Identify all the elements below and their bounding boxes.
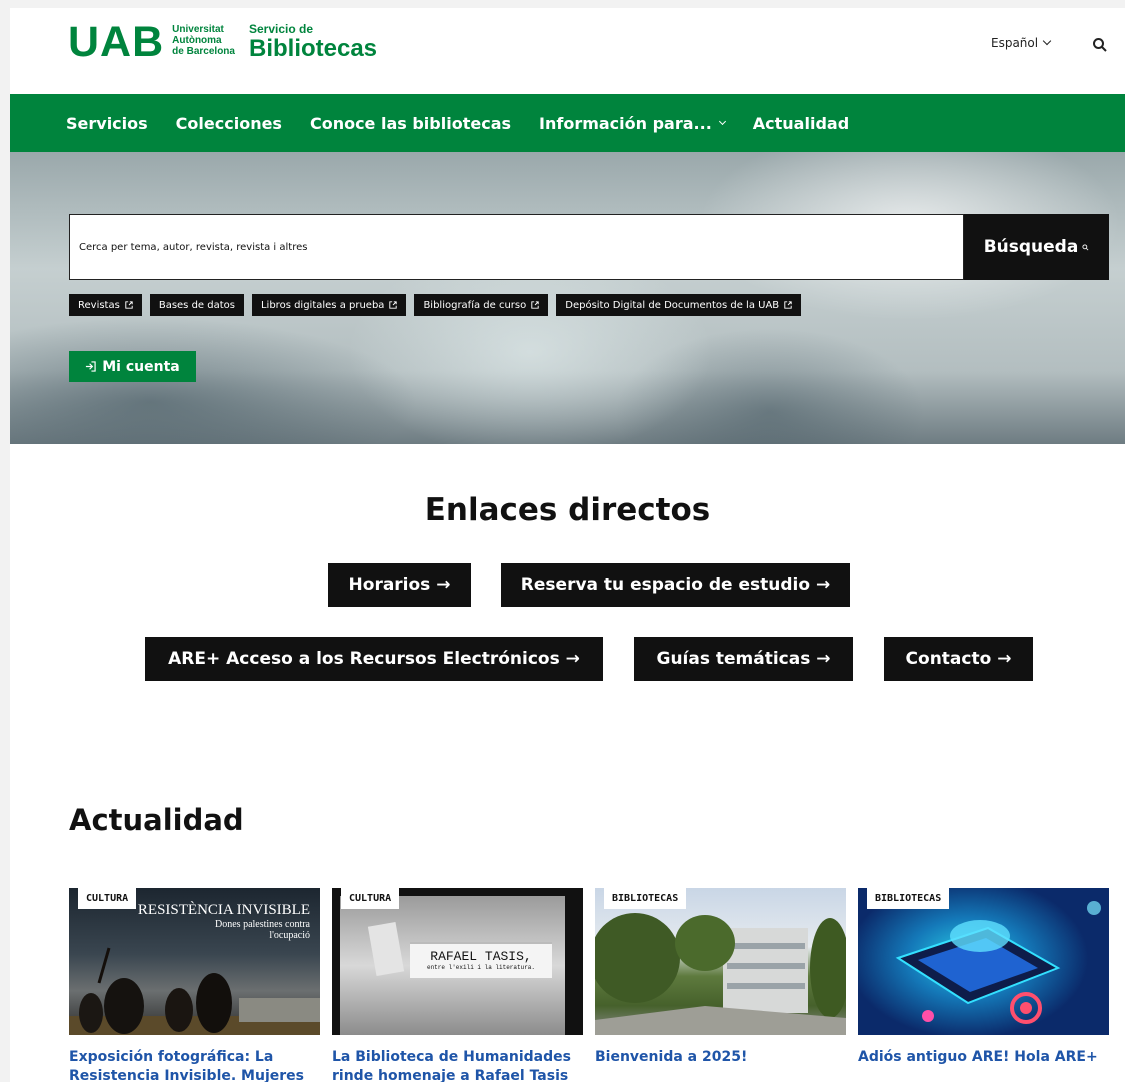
news-card[interactable]: BIBLIOTECAS Bienvenida a 2025! — [595, 888, 846, 1067]
logo-uab-text: UAB — [68, 18, 165, 66]
search-icon[interactable] — [1092, 37, 1108, 53]
tag-bases-de-datos[interactable]: Bases de datos — [149, 294, 244, 316]
tag-bibliografia[interactable]: Bibliografía de curso — [414, 294, 549, 316]
news-card-category: BIBLIOTECAS — [867, 888, 950, 909]
logo-university-line: Universitat — [172, 24, 224, 35]
news-card-image: BIBLIOTECAS — [858, 888, 1109, 1035]
tag-label: Bases de datos — [158, 299, 235, 311]
news-card[interactable]: BIBLIOTECAS Adiós antiguo ARE! Hola ARE+ — [858, 888, 1109, 1067]
my-account-button[interactable]: Mi cuenta — [69, 351, 196, 382]
hero-banner: Búsqueda Revistas Bases de datos Libros … — [10, 152, 1125, 444]
search-button-label: Búsqueda — [983, 237, 1079, 257]
nav-item-conoce[interactable]: Conoce las bibliotecas — [310, 114, 511, 133]
news-card-photo — [895, 901, 1101, 1024]
news-card-category: CULTURA — [78, 888, 137, 909]
nav-item-servicios[interactable]: Servicios — [66, 114, 148, 133]
tag-revistas[interactable]: Revistas — [69, 294, 142, 316]
site-header: UAB Universitat Autònoma de Barcelona Se… — [10, 8, 1125, 94]
nav-item-actualidad[interactable]: Actualidad — [753, 114, 849, 133]
news-card[interactable]: CULTURA RESISTÈNCIA INVISIBLE Dones pale… — [69, 888, 320, 1082]
my-account-label: Mi cuenta — [102, 358, 180, 375]
nav-item-colecciones[interactable]: Colecciones — [176, 114, 282, 133]
news-card-title[interactable]: Adiós antiguo ARE! Hola ARE+ — [858, 1048, 1109, 1067]
language-label: Español — [991, 36, 1039, 50]
nav-item-informacion[interactable]: Información para... — [539, 113, 726, 133]
image-caption-line: entre l'exili i la literatura. — [426, 964, 536, 971]
news-card-title[interactable]: Exposición fotográfica: La Resistencia I… — [69, 1048, 320, 1082]
external-link-icon — [389, 301, 398, 309]
news-section-title: Actualidad — [69, 803, 244, 837]
external-link-icon — [784, 301, 792, 309]
external-link-icon — [531, 301, 539, 309]
service-name: Servicio de Bibliotecas — [249, 23, 377, 62]
image-caption-line: RAFAEL TASIS, — [430, 949, 532, 964]
news-card-image: BIBLIOTECAS — [595, 888, 846, 1035]
uab-logo[interactable]: UAB Universitat Autònoma de Barcelona Se… — [68, 18, 377, 66]
search-icon — [1082, 243, 1089, 250]
news-card-category: BIBLIOTECAS — [604, 888, 687, 909]
quick-links-title: Enlaces directos — [424, 492, 711, 528]
search-button[interactable]: Búsqueda — [964, 214, 1109, 280]
nav-item-informacion-label: Información para... — [539, 113, 712, 133]
logo-university-line: de Barcelona — [172, 46, 235, 57]
quick-link-reserva[interactable]: Reserva tu espacio de estudio → — [501, 563, 850, 607]
tag-label: Revistas — [78, 299, 120, 311]
quick-link-horarios[interactable]: Horarios → — [328, 563, 471, 607]
logo-university-line: Autònoma — [172, 35, 222, 46]
login-icon — [86, 361, 96, 372]
torn-paper: RAFAEL TASIS, entre l'exili i la literat… — [410, 942, 552, 978]
quick-link-are[interactable]: ARE+ Acceso a los Recursos Electrónicos … — [145, 637, 603, 681]
tag-deposito-digital[interactable]: Depósito Digital de Documentos de la UAB — [556, 294, 802, 316]
external-link-icon — [125, 301, 133, 309]
language-selector[interactable]: Español — [991, 36, 1052, 50]
service-big: Bibliotecas — [248, 35, 378, 62]
tag-label: Bibliografía de curso — [423, 299, 527, 311]
news-card[interactable]: CULTURA RAFAEL TASIS, entre l'exili i la… — [332, 888, 583, 1082]
chevron-down-icon — [1042, 36, 1052, 46]
search-box — [69, 214, 964, 280]
quick-link-guias[interactable]: Guías temáticas → — [634, 637, 853, 681]
logo-university-name: Universitat Autònoma de Barcelona — [172, 24, 235, 57]
search-input[interactable] — [70, 215, 963, 279]
chevron-down-icon — [718, 117, 726, 125]
news-card-image: CULTURA RAFAEL TASIS, entre l'exili i la… — [332, 888, 583, 1035]
news-card-image: CULTURA RESISTÈNCIA INVISIBLE Dones pale… — [69, 888, 320, 1035]
quick-tags: Revistas Bases de datos Libros digitales… — [69, 294, 802, 316]
news-card-title[interactable]: La Biblioteca de Humanidades rinde homen… — [332, 1048, 583, 1082]
news-card-title[interactable]: Bienvenida a 2025! — [595, 1048, 846, 1067]
news-card-category: CULTURA — [341, 888, 400, 909]
main-nav: Servicios Colecciones Conoce las bibliot… — [10, 94, 1125, 152]
news-card-photo — [595, 913, 846, 1035]
news-card-photo — [69, 947, 320, 1035]
tag-label: Depósito Digital de Documentos de la UAB — [565, 299, 780, 311]
quick-link-contacto[interactable]: Contacto → — [884, 637, 1033, 681]
tag-label: Libros digitales a prueba — [260, 299, 385, 311]
page: UAB Universitat Autònoma de Barcelona Se… — [10, 8, 1125, 1082]
tag-libros-digitales[interactable]: Libros digitales a prueba — [251, 294, 407, 316]
